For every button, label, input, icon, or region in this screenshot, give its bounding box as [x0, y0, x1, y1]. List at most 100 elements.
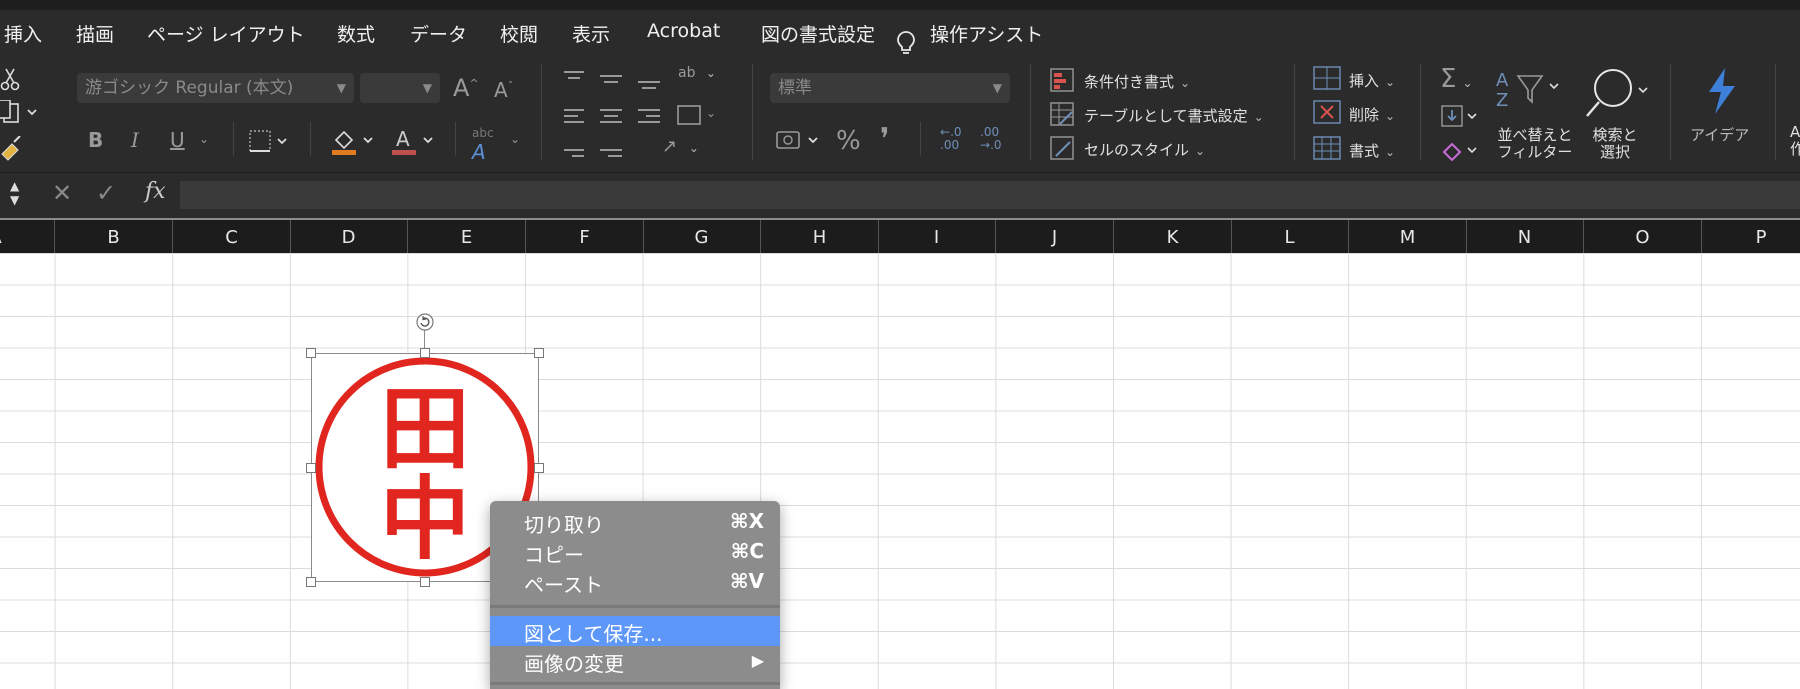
font-shrink-icon[interactable]: Aˇ	[494, 78, 513, 102]
tab-page-layout[interactable]: ページ レイアウト	[147, 20, 305, 47]
cancel-icon[interactable]: ✕	[52, 179, 72, 207]
search-icon[interactable]	[1583, 66, 1653, 122]
menu-item-save-as-picture[interactable]: 図として保存...	[490, 616, 780, 646]
tab-formulas[interactable]: 数式	[337, 20, 375, 47]
column-header[interactable]: C	[173, 220, 291, 255]
increase-decimal-icon[interactable]: ←.0.00	[940, 126, 962, 152]
rotate-handle-icon[interactable]	[415, 312, 435, 332]
borders-icon[interactable]	[248, 129, 292, 153]
insert-cells-icon[interactable]	[1313, 66, 1341, 90]
ideas-label[interactable]: アイデア	[1690, 124, 1749, 145]
column-header[interactable]: I	[878, 220, 996, 255]
italic-icon[interactable]: I	[131, 128, 139, 152]
cell-styles-icon[interactable]	[1050, 136, 1074, 160]
copy-icon[interactable]	[0, 100, 40, 126]
ideas-icon[interactable]	[1701, 66, 1741, 116]
resize-handle-bottom[interactable]	[420, 577, 430, 587]
comma-style-icon[interactable]: ❜	[880, 122, 890, 157]
column-header[interactable]: P	[1702, 220, 1800, 255]
column-header[interactable]: O	[1584, 220, 1702, 255]
font-grow-icon[interactable]: A^	[453, 74, 479, 102]
divider	[1420, 64, 1421, 160]
chevron-down-icon[interactable]: ⌄	[706, 106, 716, 120]
conditional-format-label[interactable]: 条件付き書式 ⌄	[1084, 71, 1190, 92]
tab-acrobat[interactable]: Acrobat	[647, 20, 720, 42]
worksheet-grid[interactable]	[0, 253, 1800, 689]
wrap-text-icon[interactable]: ab ⌄	[678, 65, 716, 81]
tab-insert[interactable]: 挿入	[4, 20, 42, 47]
decrease-decimal-from: .00	[980, 125, 1000, 139]
phonetic-icon[interactable]: abc A	[472, 126, 494, 164]
menu-item-change-picture[interactable]: 画像の変更 ▶	[490, 646, 780, 676]
format-cells-label[interactable]: 書式 ⌄	[1349, 140, 1395, 161]
lightbulb-icon	[897, 31, 915, 54]
column-header[interactable]: E	[408, 220, 526, 255]
column-header[interactable]: D	[290, 220, 408, 255]
formula-input[interactable]	[180, 181, 1800, 209]
autosum-icon[interactable]: Σ ⌄	[1440, 64, 1473, 94]
number-format-dropdown[interactable]: 標準 ▼	[770, 73, 1010, 103]
underline-icon[interactable]: U	[170, 128, 185, 152]
tab-tell-me[interactable]: 操作アシスト	[930, 20, 1043, 47]
font-name-dropdown[interactable]: 游ゴシック Regular (本文) ▼	[77, 73, 354, 103]
resize-handle-bottom-left[interactable]	[306, 577, 316, 587]
format-cells-icon[interactable]	[1313, 136, 1341, 160]
resize-handle-top-left[interactable]	[306, 348, 316, 358]
fill-down-icon[interactable]	[1440, 104, 1480, 128]
submenu-arrow-icon: ▶	[751, 651, 764, 670]
sort-filter-icon[interactable]: A Z	[1494, 66, 1568, 122]
divider	[233, 122, 234, 156]
bold-icon[interactable]: B	[88, 128, 103, 152]
column-header[interactable]: H	[761, 220, 879, 255]
font-size-dropdown[interactable]: ▼	[360, 73, 440, 103]
tab-review[interactable]: 校閲	[500, 20, 538, 47]
resize-handle-left[interactable]	[306, 463, 316, 473]
column-header[interactable]: G	[643, 220, 761, 255]
chevron-down-icon[interactable]: ⌄	[199, 132, 209, 146]
format-painter-icon[interactable]	[0, 136, 22, 162]
menu-separator	[490, 605, 780, 608]
resize-handle-right[interactable]	[534, 463, 544, 473]
format-as-table-label[interactable]: テーブルとして書式設定 ⌄	[1084, 105, 1264, 126]
overflow-group-label[interactable]: A作	[1790, 124, 1800, 158]
tab-view[interactable]: 表示	[572, 20, 610, 47]
menu-item-paste[interactable]: ペースト ⌘V	[490, 567, 780, 597]
column-header[interactable]: F	[526, 220, 644, 255]
font-color-icon[interactable]: A	[390, 126, 438, 156]
percent-icon[interactable]: %	[836, 126, 861, 156]
column-header[interactable]: J	[996, 220, 1114, 255]
clear-icon[interactable]	[1440, 138, 1480, 162]
tab-picture-format[interactable]: 図の書式設定	[761, 20, 875, 47]
tab-data[interactable]: データ	[410, 20, 467, 47]
column-header[interactable]: A	[0, 220, 55, 255]
menu-item-cut[interactable]: 切り取り ⌘X	[490, 507, 780, 537]
cut-icon[interactable]	[0, 66, 22, 92]
fill-color-icon[interactable]	[330, 126, 378, 156]
conditional-format-icon[interactable]	[1050, 68, 1074, 92]
insert-cells-label[interactable]: 挿入 ⌄	[1349, 70, 1395, 91]
name-box-stepper[interactable]: ▲ ▼	[10, 179, 19, 207]
delete-cells-label[interactable]: 削除 ⌄	[1349, 104, 1395, 125]
format-as-table-icon[interactable]	[1050, 102, 1074, 126]
orientation-icon[interactable]: ↗ ⌄	[662, 136, 699, 157]
svg-text:A: A	[396, 127, 410, 151]
resize-handle-top-right[interactable]	[534, 348, 544, 358]
resize-handle-top[interactable]	[420, 348, 430, 358]
function-icon[interactable]: fx	[145, 179, 166, 204]
cell-styles-label[interactable]: セルのスタイル ⌄	[1084, 139, 1205, 160]
column-header[interactable]: K	[1114, 220, 1232, 255]
column-header[interactable]: B	[55, 220, 173, 255]
decrease-decimal-icon[interactable]: .00 →.0	[980, 126, 1002, 152]
column-header[interactable]: N	[1466, 220, 1584, 255]
sort-filter-label[interactable]: 並べ替えと フィルター	[1490, 127, 1580, 161]
delete-cells-icon[interactable]	[1313, 100, 1341, 124]
confirm-icon[interactable]: ✓	[96, 179, 116, 207]
chevron-down-icon[interactable]: ⌄	[510, 132, 520, 146]
divider	[541, 64, 542, 160]
column-header[interactable]: L	[1231, 220, 1349, 255]
column-header[interactable]: M	[1349, 220, 1467, 255]
find-select-label[interactable]: 検索と 選択	[1575, 127, 1655, 161]
menu-item-copy[interactable]: コピー ⌘C	[490, 537, 780, 567]
tab-draw[interactable]: 描画	[76, 20, 114, 47]
accounting-format-icon[interactable]	[775, 128, 825, 154]
